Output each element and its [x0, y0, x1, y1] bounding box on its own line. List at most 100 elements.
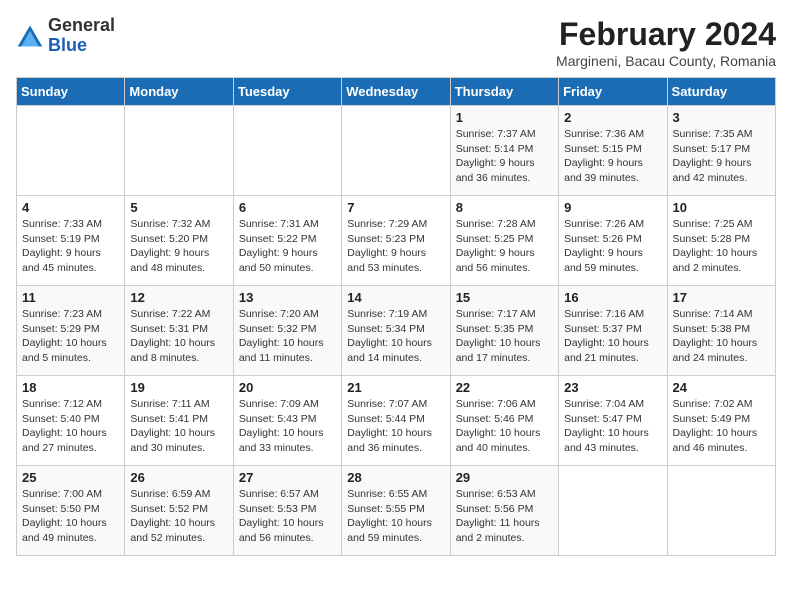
- day-number: 28: [347, 470, 444, 485]
- day-info: Sunrise: 6:57 AM Sunset: 5:53 PM Dayligh…: [239, 487, 336, 546]
- week-row-3: 11 Sunrise: 7:23 AM Sunset: 5:29 PM Dayli…: [17, 286, 776, 376]
- day-number: 25: [22, 470, 119, 485]
- week-row-1: 1 Sunrise: 7:37 AM Sunset: 5:14 PM Daylig…: [17, 106, 776, 196]
- day-number: 7: [347, 200, 444, 215]
- day-info: Sunrise: 7:07 AM Sunset: 5:44 PM Dayligh…: [347, 397, 444, 456]
- calendar-cell: [342, 106, 450, 196]
- page-header: General Blue February 2024 Margineni, Ba…: [16, 16, 776, 69]
- day-number: 2: [564, 110, 661, 125]
- day-number: 14: [347, 290, 444, 305]
- day-number: 17: [673, 290, 770, 305]
- calendar-cell: 27 Sunrise: 6:57 AM Sunset: 5:53 PM Dayli…: [233, 466, 341, 556]
- calendar-cell: 23 Sunrise: 7:04 AM Sunset: 5:47 PM Dayli…: [559, 376, 667, 466]
- weekday-header-monday: Monday: [125, 78, 233, 106]
- calendar-body: 1 Sunrise: 7:37 AM Sunset: 5:14 PM Daylig…: [17, 106, 776, 556]
- day-number: 13: [239, 290, 336, 305]
- week-row-2: 4Sunrise: 7:33 AM Sunset: 5:19 PM Daylig…: [17, 196, 776, 286]
- calendar-cell: 12Sunrise: 7:22 AM Sunset: 5:31 PM Dayli…: [125, 286, 233, 376]
- calendar-cell: 15 Sunrise: 7:17 AM Sunset: 5:35 PM Dayli…: [450, 286, 558, 376]
- calendar-cell: [125, 106, 233, 196]
- day-info: Sunrise: 7:20 AM Sunset: 5:32 PM Dayligh…: [239, 307, 336, 366]
- day-number: 26: [130, 470, 227, 485]
- day-number: 27: [239, 470, 336, 485]
- day-info: Sunrise: 6:53 AM Sunset: 5:56 PM Dayligh…: [456, 487, 553, 546]
- calendar-cell: 21 Sunrise: 7:07 AM Sunset: 5:44 PM Dayli…: [342, 376, 450, 466]
- day-info: Sunrise: 7:19 AM Sunset: 5:34 PM Dayligh…: [347, 307, 444, 366]
- calendar-cell: 7 Sunrise: 7:29 AM Sunset: 5:23 PM Daylig…: [342, 196, 450, 286]
- location-subtitle: Margineni, Bacau County, Romania: [556, 53, 776, 69]
- day-number: 29: [456, 470, 553, 485]
- calendar-table: SundayMondayTuesdayWednesdayThursdayFrid…: [16, 77, 776, 556]
- day-info: Sunrise: 6:55 AM Sunset: 5:55 PM Dayligh…: [347, 487, 444, 546]
- calendar-cell: [559, 466, 667, 556]
- calendar-cell: 25 Sunrise: 7:00 AM Sunset: 5:50 PM Dayli…: [17, 466, 125, 556]
- day-number: 24: [673, 380, 770, 395]
- day-info: Sunrise: 6:59 AM Sunset: 5:52 PM Dayligh…: [130, 487, 227, 546]
- weekday-header-friday: Friday: [559, 78, 667, 106]
- calendar-cell: 20Sunrise: 7:09 AM Sunset: 5:43 PM Dayli…: [233, 376, 341, 466]
- calendar-cell: 26 Sunrise: 6:59 AM Sunset: 5:52 PM Dayli…: [125, 466, 233, 556]
- calendar-cell: 4Sunrise: 7:33 AM Sunset: 5:19 PM Daylig…: [17, 196, 125, 286]
- day-number: 11: [22, 290, 119, 305]
- day-info: Sunrise: 7:02 AM Sunset: 5:49 PM Dayligh…: [673, 397, 770, 456]
- calendar-cell: 3 Sunrise: 7:35 AM Sunset: 5:17 PM Daylig…: [667, 106, 775, 196]
- calendar-cell: 9 Sunrise: 7:26 AM Sunset: 5:26 PM Daylig…: [559, 196, 667, 286]
- calendar-cell: [667, 466, 775, 556]
- day-number: 3: [673, 110, 770, 125]
- calendar-cell: 17 Sunrise: 7:14 AM Sunset: 5:38 PM Dayli…: [667, 286, 775, 376]
- calendar-cell: 2 Sunrise: 7:36 AM Sunset: 5:15 PM Daylig…: [559, 106, 667, 196]
- logo-text: General Blue: [48, 16, 115, 56]
- day-info: Sunrise: 7:04 AM Sunset: 5:47 PM Dayligh…: [564, 397, 661, 456]
- calendar-cell: [17, 106, 125, 196]
- day-info: Sunrise: 7:14 AM Sunset: 5:38 PM Dayligh…: [673, 307, 770, 366]
- weekday-header-thursday: Thursday: [450, 78, 558, 106]
- day-number: 1: [456, 110, 553, 125]
- day-info: Sunrise: 7:17 AM Sunset: 5:35 PM Dayligh…: [456, 307, 553, 366]
- day-number: 22: [456, 380, 553, 395]
- calendar-cell: 10 Sunrise: 7:25 AM Sunset: 5:28 PM Dayli…: [667, 196, 775, 286]
- calendar-cell: 13 Sunrise: 7:20 AM Sunset: 5:32 PM Dayli…: [233, 286, 341, 376]
- day-number: 4: [22, 200, 119, 215]
- day-info: Sunrise: 7:11 AM Sunset: 5:41 PM Dayligh…: [130, 397, 227, 456]
- day-info: Sunrise: 7:25 AM Sunset: 5:28 PM Dayligh…: [673, 217, 770, 276]
- weekday-header-wednesday: Wednesday: [342, 78, 450, 106]
- day-info: Sunrise: 7:00 AM Sunset: 5:50 PM Dayligh…: [22, 487, 119, 546]
- week-row-4: 18Sunrise: 7:12 AM Sunset: 5:40 PM Dayli…: [17, 376, 776, 466]
- day-info: Sunrise: 7:26 AM Sunset: 5:26 PM Dayligh…: [564, 217, 661, 276]
- day-info: Sunrise: 7:31 AM Sunset: 5:22 PM Dayligh…: [239, 217, 336, 276]
- calendar-cell: 28 Sunrise: 6:55 AM Sunset: 5:55 PM Dayli…: [342, 466, 450, 556]
- calendar-cell: 8Sunrise: 7:28 AM Sunset: 5:25 PM Daylig…: [450, 196, 558, 286]
- logo: General Blue: [16, 16, 115, 56]
- calendar-cell: 16 Sunrise: 7:16 AM Sunset: 5:37 PM Dayli…: [559, 286, 667, 376]
- day-number: 10: [673, 200, 770, 215]
- calendar-cell: 19Sunrise: 7:11 AM Sunset: 5:41 PM Dayli…: [125, 376, 233, 466]
- calendar-header: SundayMondayTuesdayWednesdayThursdayFrid…: [17, 78, 776, 106]
- calendar-cell: 24 Sunrise: 7:02 AM Sunset: 5:49 PM Dayli…: [667, 376, 775, 466]
- calendar-cell: [233, 106, 341, 196]
- calendar-cell: 22Sunrise: 7:06 AM Sunset: 5:46 PM Dayli…: [450, 376, 558, 466]
- day-info: Sunrise: 7:28 AM Sunset: 5:25 PM Dayligh…: [456, 217, 553, 276]
- calendar-cell: 18Sunrise: 7:12 AM Sunset: 5:40 PM Dayli…: [17, 376, 125, 466]
- day-info: Sunrise: 7:36 AM Sunset: 5:15 PM Dayligh…: [564, 127, 661, 186]
- day-number: 6: [239, 200, 336, 215]
- day-number: 15: [456, 290, 553, 305]
- day-info: Sunrise: 7:23 AM Sunset: 5:29 PM Dayligh…: [22, 307, 119, 366]
- calendar-cell: 1 Sunrise: 7:37 AM Sunset: 5:14 PM Daylig…: [450, 106, 558, 196]
- day-info: Sunrise: 7:29 AM Sunset: 5:23 PM Dayligh…: [347, 217, 444, 276]
- day-number: 23: [564, 380, 661, 395]
- day-info: Sunrise: 7:37 AM Sunset: 5:14 PM Dayligh…: [456, 127, 553, 186]
- month-year-title: February 2024: [556, 16, 776, 53]
- weekday-row: SundayMondayTuesdayWednesdayThursdayFrid…: [17, 78, 776, 106]
- day-info: Sunrise: 7:35 AM Sunset: 5:17 PM Dayligh…: [673, 127, 770, 186]
- day-number: 9: [564, 200, 661, 215]
- day-number: 18: [22, 380, 119, 395]
- logo-icon: [16, 22, 44, 50]
- day-number: 20: [239, 380, 336, 395]
- day-info: Sunrise: 7:32 AM Sunset: 5:20 PM Dayligh…: [130, 217, 227, 276]
- day-number: 21: [347, 380, 444, 395]
- title-block: February 2024 Margineni, Bacau County, R…: [556, 16, 776, 69]
- calendar-cell: 14 Sunrise: 7:19 AM Sunset: 5:34 PM Dayli…: [342, 286, 450, 376]
- day-info: Sunrise: 7:16 AM Sunset: 5:37 PM Dayligh…: [564, 307, 661, 366]
- day-info: Sunrise: 7:22 AM Sunset: 5:31 PM Dayligh…: [130, 307, 227, 366]
- day-number: 16: [564, 290, 661, 305]
